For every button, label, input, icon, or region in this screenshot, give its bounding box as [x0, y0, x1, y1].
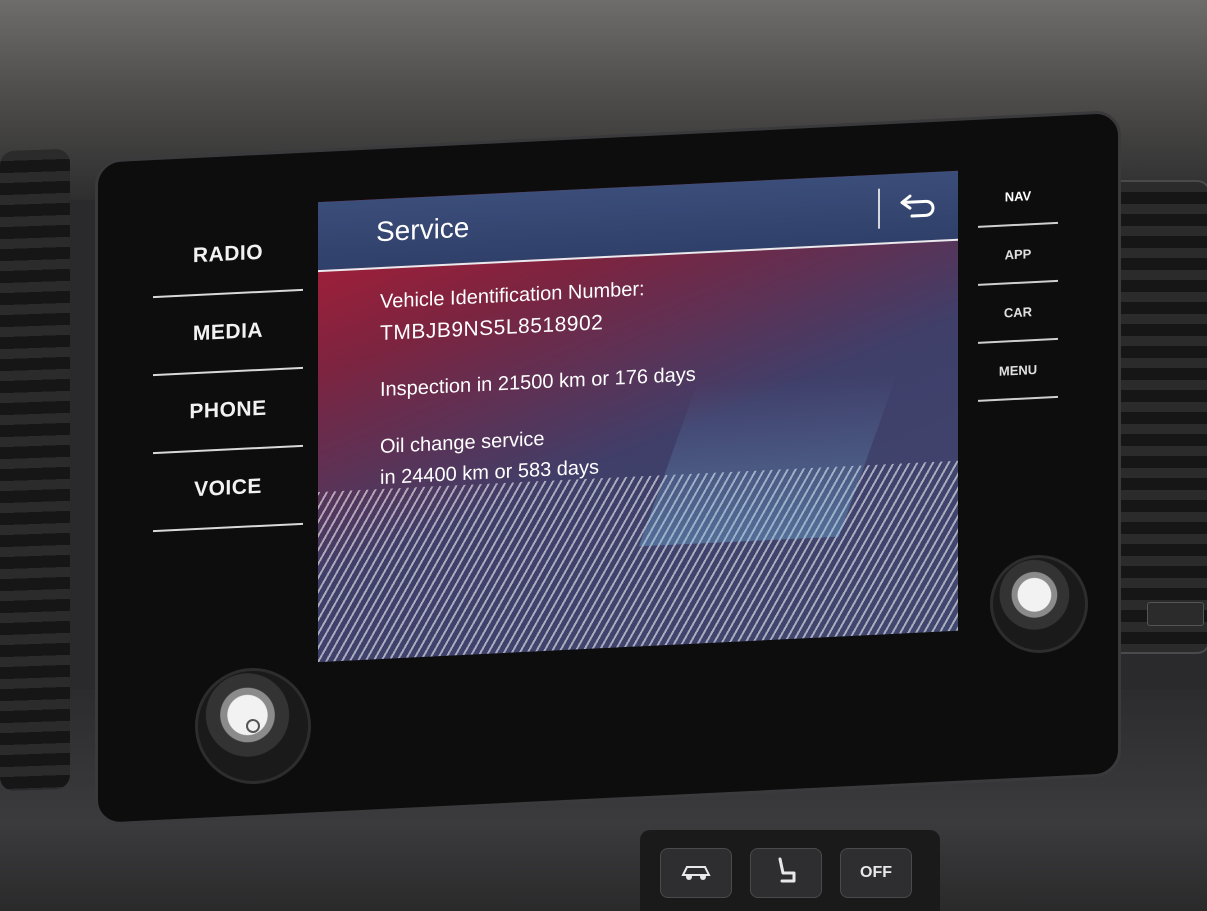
menu-media-button[interactable]: MEDIA: [153, 290, 303, 377]
vent-lock: [1147, 602, 1204, 626]
power-volume-knob[interactable]: [195, 668, 311, 784]
screen-header: Service: [318, 170, 958, 273]
scroll-knob[interactable]: [990, 555, 1088, 653]
back-button[interactable]: [890, 183, 946, 230]
back-arrow-icon: [898, 189, 938, 225]
right-menu: NAV APP CAR MENU: [978, 165, 1058, 402]
seat-icon: [774, 857, 798, 890]
vin-block: Vehicle Identification Number: TMBJB9NS5…: [380, 260, 938, 349]
header-divider: [878, 188, 880, 229]
menu-car-button[interactable]: CAR: [978, 281, 1058, 344]
menu-phone-button[interactable]: PHONE: [153, 368, 303, 455]
menu-voice-button[interactable]: VOICE: [153, 446, 303, 533]
inspection-text: Inspection in 21500 km or 176 days: [380, 363, 696, 402]
menu-app-button[interactable]: APP: [978, 223, 1058, 286]
service-screen: Service Vehicle Identification Number: T…: [318, 170, 958, 663]
center-console: OFF: [640, 830, 940, 911]
menu-radio-button[interactable]: RADIO: [153, 212, 303, 299]
inspection-block: Inspection in 21500 km or 176 days: [380, 348, 938, 406]
oil-change-block: Oil change service in 24400 km or 583 da…: [380, 405, 938, 494]
car-icon: [679, 861, 713, 886]
menu-menu-button[interactable]: MENU: [978, 339, 1058, 402]
left-menu: RADIO MEDIA PHONE VOICE: [153, 212, 303, 533]
air-vent-left: [0, 148, 70, 792]
car-icon-button[interactable]: [660, 848, 732, 898]
seat-icon-button[interactable]: [750, 848, 822, 898]
service-info: Vehicle Identification Number: TMBJB9NS5…: [380, 260, 938, 520]
power-icon: [246, 719, 260, 733]
page-title: Service: [376, 211, 470, 248]
off-button[interactable]: OFF: [840, 848, 912, 898]
menu-nav-button[interactable]: NAV: [978, 165, 1058, 228]
